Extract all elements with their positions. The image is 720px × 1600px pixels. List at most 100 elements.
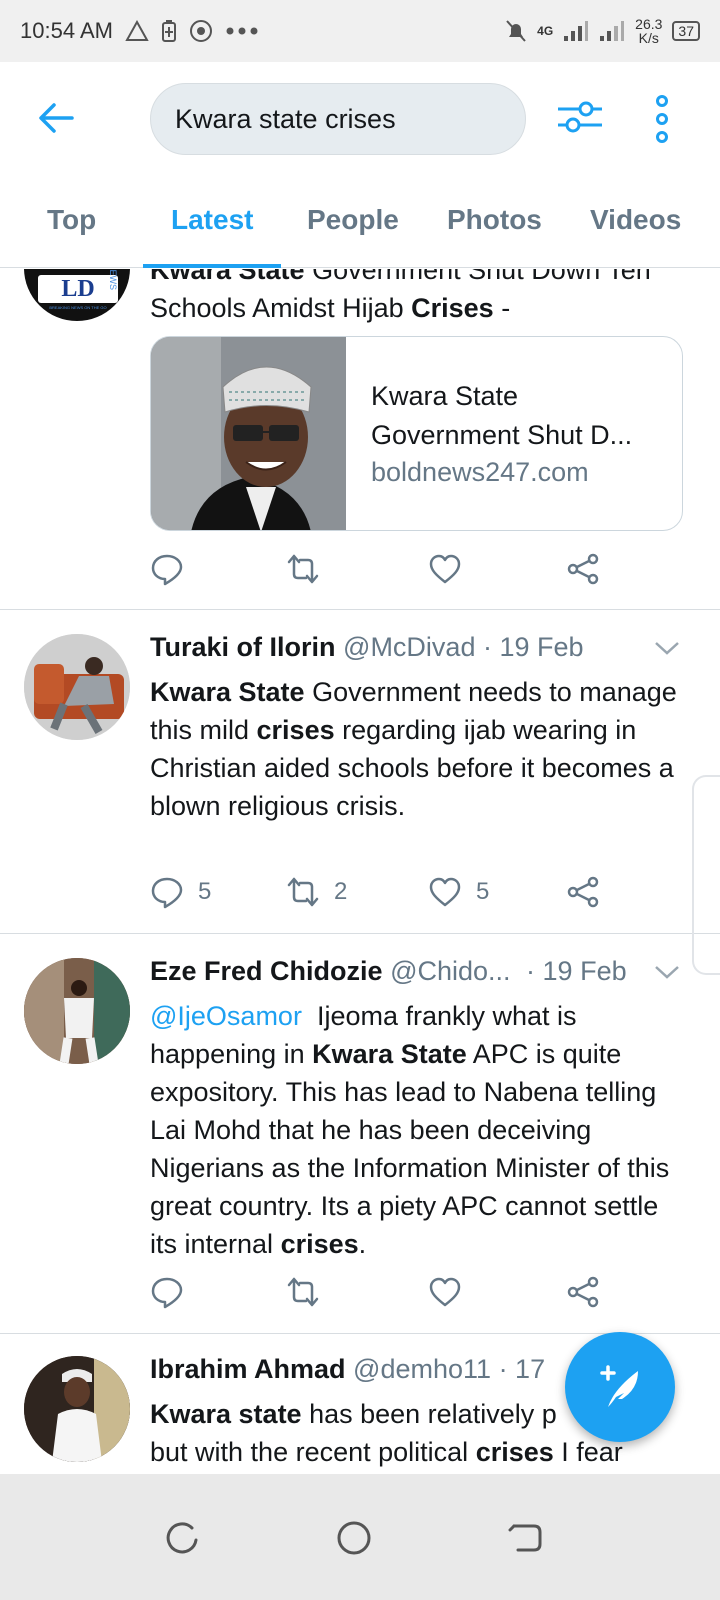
avatar-photo	[24, 634, 130, 740]
highlight: crises	[256, 715, 335, 745]
highlight: crises	[475, 1437, 554, 1467]
like-button[interactable]	[428, 1275, 462, 1309]
avatar-photo	[24, 958, 130, 1064]
search-input[interactable]: Kwara state crises	[150, 83, 526, 155]
author-handle[interactable]: @demho11	[353, 1354, 491, 1384]
tweet-feed[interactable]: LD NEWS BREAKING NEWS ON THE GO Kwara St…	[0, 269, 720, 1474]
speed-unit: K/s	[638, 30, 659, 46]
recent-apps-icon[interactable]	[162, 1518, 202, 1558]
highlight: Kwara state	[150, 1399, 302, 1429]
like-count: 5	[476, 878, 490, 905]
edge-panel-handle[interactable]	[692, 775, 720, 975]
speed-value: 26.3	[635, 16, 663, 32]
retweet-count: 2	[334, 878, 348, 905]
status-bar: 10:54 AM 4G 26.3 K/s 37	[0, 0, 720, 62]
link-card[interactable]: Kwara State Government Shut D... boldnew…	[150, 336, 683, 531]
tweet[interactable]: Eze Fred Chidozie @Chido... · 19 Feb @Ij…	[0, 934, 720, 1334]
status-time: 10:54 AM	[20, 18, 113, 43]
network-speed: 26.3 K/s	[635, 17, 662, 45]
retweet-button[interactable]: 2	[286, 875, 347, 909]
reply-icon	[151, 554, 183, 586]
chevron-down-icon[interactable]	[654, 964, 680, 980]
share-icon	[567, 1276, 599, 1308]
like-button[interactable]	[428, 552, 462, 586]
tweet-text: @IjeOsamor Ijeoma frankly what is happen…	[150, 997, 690, 1263]
warning-icon	[125, 20, 149, 41]
reply-icon	[151, 1277, 183, 1309]
heart-icon	[429, 1277, 461, 1307]
mention-link[interactable]: @IjeOsamor	[150, 1001, 302, 1031]
battery-saver-icon	[161, 20, 176, 42]
tab-top[interactable]: Top	[47, 204, 96, 236]
card-thumbnail	[151, 337, 346, 530]
avatar[interactable]: LD NEWS BREAKING NEWS ON THE GO	[24, 269, 130, 321]
retweet-button[interactable]	[286, 552, 320, 586]
author-name[interactable]: Turaki of Ilorin	[150, 632, 336, 662]
avatar[interactable]	[24, 958, 130, 1064]
back-nav-icon[interactable]	[504, 1518, 544, 1558]
tab-people[interactable]: People	[307, 204, 399, 236]
avatar[interactable]	[24, 634, 130, 740]
share-button[interactable]	[566, 875, 600, 909]
chrome-icon	[189, 20, 212, 42]
text-segment: has been relatively p	[301, 1399, 557, 1429]
home-icon[interactable]	[334, 1518, 374, 1558]
tab-photos[interactable]: Photos	[447, 204, 542, 236]
author-name[interactable]: Eze Fred Chidozie	[150, 956, 383, 986]
text-segment: Government Shut Down Ten	[304, 269, 651, 285]
retweet-button[interactable]	[286, 1275, 320, 1309]
search-header: Kwara state crises	[0, 62, 720, 172]
highlight: Crises	[411, 293, 494, 323]
reply-count: 5	[198, 878, 212, 905]
text-segment: -	[493, 293, 511, 323]
more-notifications-icon	[226, 27, 258, 35]
system-navigation-bar	[0, 1474, 720, 1600]
share-button[interactable]	[566, 552, 600, 586]
tweet-header: Ibrahim Ahmad @demho11 · 17	[150, 1354, 545, 1385]
tweet-date: · 17	[498, 1354, 546, 1384]
more-options-icon[interactable]	[650, 94, 674, 144]
author-handle[interactable]: @Chido...	[390, 956, 510, 986]
author-handle[interactable]: @McDivad	[343, 632, 475, 662]
mute-icon	[506, 20, 526, 42]
retweet-icon	[287, 877, 319, 907]
tab-videos[interactable]: Videos	[590, 204, 681, 236]
like-button[interactable]: 5	[428, 875, 489, 909]
reply-button[interactable]	[150, 1275, 184, 1309]
search-tabs: Top Latest People Photos Videos	[0, 172, 720, 268]
compose-feather-icon	[600, 1365, 638, 1407]
text-segment: .	[358, 1229, 367, 1259]
signal-2-icon	[600, 21, 625, 41]
tweet-text: Kwara State Government needs to manage t…	[150, 673, 690, 825]
reply-icon	[151, 877, 183, 909]
active-tab-indicator	[143, 264, 281, 268]
share-button[interactable]	[566, 1275, 600, 1309]
avatar-photo	[24, 1356, 130, 1462]
avatar-logo-tagline: BREAKING NEWS ON THE GO	[49, 305, 107, 310]
chevron-down-icon[interactable]	[654, 640, 680, 656]
reply-button[interactable]	[150, 552, 184, 586]
tweet-date: · 19 Feb	[526, 956, 627, 986]
highlight: Kwara State	[312, 1039, 467, 1069]
heart-icon	[429, 877, 461, 907]
tweet-actions	[150, 552, 620, 592]
network-type: 4G	[537, 24, 554, 38]
text-segment: Schools Amidst Hijab	[150, 293, 412, 323]
tweet-text: Kwara State Government Shut Down Ten Sch…	[150, 269, 690, 327]
text-segment: APC is quite expository. This has lead t…	[150, 1039, 677, 1259]
tweet[interactable]: LD NEWS BREAKING NEWS ON THE GO Kwara St…	[0, 269, 720, 610]
author-name[interactable]: Ibrahim Ahmad	[150, 1354, 346, 1384]
tweet[interactable]: Turaki of Ilorin @McDivad · 19 Feb Kwara…	[0, 610, 720, 934]
retweet-icon	[287, 1277, 319, 1307]
back-arrow-icon[interactable]	[36, 98, 76, 138]
highlight: Kwara State	[150, 677, 305, 707]
highlight: Kwara State	[150, 269, 305, 285]
avatar-logo-subtext: NEWS	[108, 269, 118, 290]
search-filter-icon[interactable]	[556, 97, 604, 137]
tab-latest[interactable]: Latest	[171, 204, 253, 236]
compose-tweet-button[interactable]	[565, 1332, 675, 1442]
search-query: Kwara state crises	[175, 103, 396, 134]
reply-button[interactable]: 5	[150, 875, 211, 909]
avatar[interactable]	[24, 1356, 130, 1462]
tweet-header: Turaki of Ilorin @McDivad · 19 Feb	[150, 632, 584, 663]
